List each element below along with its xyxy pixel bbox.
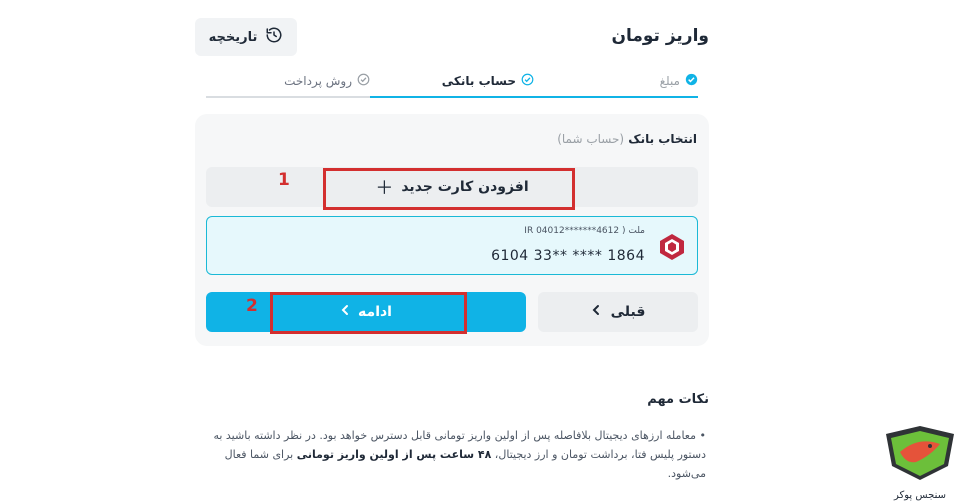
card-bank-iban: ملت ( IR 04012*******4612	[524, 226, 645, 236]
watermark-logo: سنجس پوکر	[880, 422, 960, 502]
watermark-text: سنجس پوکر	[893, 490, 946, 501]
history-label: تاریخچه	[208, 29, 258, 45]
stepper: مبلغ حساب بانکی روش پرداخت	[206, 66, 698, 98]
history-button[interactable]: تاریخچه	[195, 18, 297, 56]
annotation-highlight-2	[270, 292, 467, 334]
progress-line-active	[370, 96, 698, 98]
card-bank-name: ملت	[628, 226, 645, 236]
notes-text-bold: ۴۸ ساعت پس از اولین واریز تومانی	[296, 448, 492, 461]
step-bank-account[interactable]: حساب بانکی	[442, 66, 534, 96]
annotation-highlight-1	[323, 168, 575, 210]
card-number: 6104 33** **** 1864	[491, 248, 645, 264]
previous-button[interactable]: قبلی	[538, 292, 698, 332]
card-iban: ( IR 04012*******4612	[524, 226, 626, 236]
annotation-number-2: 2	[246, 296, 258, 316]
step-label: روش پرداخت	[284, 74, 352, 88]
bank-select-title: انتخاب بانک (حساب شما)	[557, 132, 697, 146]
check-circle-icon	[685, 73, 698, 89]
bank-select-heading: انتخاب بانک	[628, 132, 697, 146]
step-amount[interactable]: مبلغ	[660, 66, 698, 96]
history-icon	[265, 26, 283, 48]
page-title: واریز تومان	[611, 26, 709, 46]
check-circle-icon	[357, 73, 370, 89]
step-label: حساب بانکی	[441, 74, 516, 88]
progress-line-pending	[206, 96, 370, 98]
step-payment-method[interactable]: روش پرداخت	[284, 66, 370, 96]
bank-select-subtitle: (حساب شما)	[557, 132, 625, 146]
chevron-left-icon	[591, 304, 601, 320]
bullet: •	[696, 429, 706, 442]
mellat-bank-logo	[657, 232, 687, 262]
notes-paragraph: • معامله ارزهای دیجیتال بلافاصله پس از ا…	[200, 426, 706, 483]
previous-label: قبلی	[610, 304, 646, 320]
step-label: مبلغ	[659, 74, 680, 88]
annotation-number-1: 1	[278, 170, 290, 190]
check-circle-icon	[521, 73, 534, 89]
saved-card-item[interactable]: ملت ( IR 04012*******4612 6104 33** ****…	[206, 216, 698, 275]
notes-title: نکات مهم	[647, 392, 709, 407]
